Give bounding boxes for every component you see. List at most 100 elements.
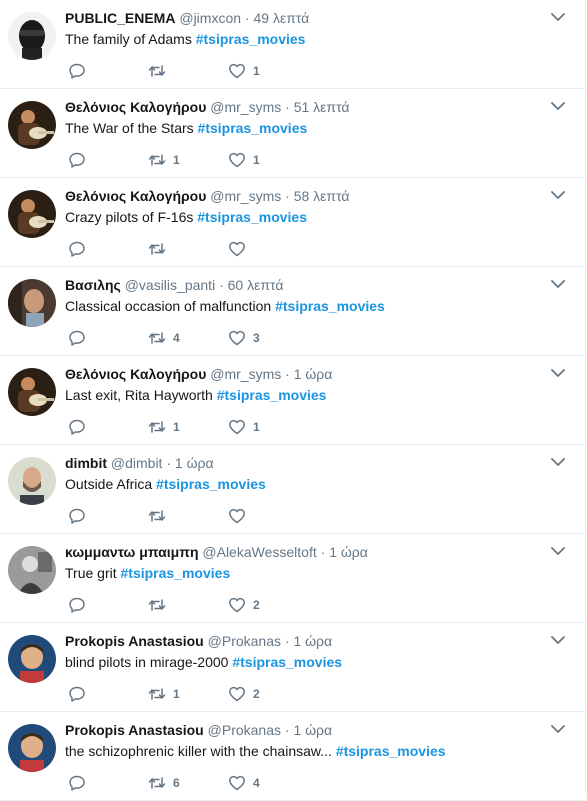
hashtag-link[interactable]: #tsipras_movies [156, 476, 266, 492]
user-fullname[interactable]: Βασιλης [65, 277, 121, 293]
chevron-down-icon[interactable] [551, 101, 565, 111]
chevron-down-icon[interactable] [551, 12, 565, 22]
chevron-down-icon[interactable] [551, 457, 565, 467]
guitarist-avatar[interactable] [8, 368, 56, 416]
user-handle[interactable]: @mr_syms [210, 188, 281, 204]
user-handle[interactable]: @jimxcon [179, 10, 241, 26]
reply-button[interactable] [68, 772, 101, 794]
heart-icon [229, 241, 245, 257]
tweet-timestamp[interactable]: 1 ώρα [294, 366, 333, 382]
retweet-button[interactable] [148, 60, 181, 82]
user-fullname[interactable]: Prokopis Anastasiou [65, 722, 204, 738]
reply-icon [69, 775, 85, 791]
hashtag-link[interactable]: #tsipras_movies [197, 209, 307, 225]
reply-icon [69, 419, 85, 435]
tweet-timestamp[interactable]: 1 ώρα [293, 633, 332, 649]
chevron-down-icon[interactable] [551, 279, 565, 289]
retweet-button[interactable]: 1 [148, 683, 181, 705]
guitarist-avatar[interactable] [8, 101, 56, 149]
profile-avatar[interactable] [8, 279, 56, 327]
like-count: 2 [253, 598, 260, 612]
like-button[interactable]: 3 [228, 327, 261, 349]
user-handle[interactable]: @dimbit [111, 455, 163, 471]
tweet-1[interactable]: PUBLIC_ENEMA @jimxcon · 49 λεπτά The fam… [0, 0, 585, 89]
reply-button[interactable] [68, 60, 101, 82]
tweet-timestamp[interactable]: 51 λεπτά [294, 99, 350, 115]
user-handle[interactable]: @mr_syms [210, 366, 281, 382]
hashtag-link[interactable]: #tsipras_movies [275, 298, 385, 314]
retweet-button[interactable]: 6 [148, 772, 181, 794]
user-fullname[interactable]: κωμμαντω μπαιμπη [65, 544, 199, 560]
chevron-down-icon[interactable] [551, 546, 565, 556]
user-handle[interactable]: @vasilis_panti [125, 277, 215, 293]
cartoon-avatar[interactable] [8, 635, 56, 683]
retweet-button[interactable] [148, 505, 181, 527]
like-button[interactable] [228, 505, 261, 527]
masked-avatar[interactable] [8, 12, 56, 60]
reply-button[interactable] [68, 149, 101, 171]
hashtag-link[interactable]: #tsipras_movies [198, 120, 308, 136]
tweet-timestamp[interactable]: 1 ώρα [329, 544, 368, 560]
reply-button[interactable] [68, 505, 101, 527]
tweet-timestamp[interactable]: 49 λεπτά [253, 10, 309, 26]
user-fullname[interactable]: Prokopis Anastasiou [65, 633, 204, 649]
hashtag-link[interactable]: #tsipras_movies [232, 654, 342, 670]
bearded-avatar[interactable] [8, 457, 56, 505]
tweet-8[interactable]: Prokopis Anastasiou @Prokanas · 1 ώρα bl… [0, 623, 585, 712]
reply-button[interactable] [68, 683, 101, 705]
user-handle[interactable]: @mr_syms [210, 99, 281, 115]
user-fullname[interactable]: Θελόνιος Καλογήρου [65, 188, 206, 204]
user-fullname[interactable]: PUBLIC_ENEMA [65, 10, 175, 26]
user-handle[interactable]: @Prokanas [208, 722, 281, 738]
retweet-button[interactable] [148, 238, 181, 260]
chevron-down-icon[interactable] [551, 635, 565, 645]
like-button[interactable]: 1 [228, 416, 261, 438]
tweet-6[interactable]: dimbit @dimbit · 1 ώρα Outside Africa #t… [0, 445, 585, 534]
user-fullname[interactable]: Θελόνιος Καλογήρου [65, 366, 206, 382]
tweet-text: blind pilots in mirage-2000 #tsipras_mov… [65, 652, 555, 672]
tweet-text-body: The War of the Stars [65, 120, 198, 136]
reply-button[interactable] [68, 416, 101, 438]
like-button[interactable]: 1 [228, 60, 261, 82]
hashtag-link[interactable]: #tsipras_movies [336, 743, 446, 759]
hashtag-link[interactable]: #tsipras_movies [196, 31, 306, 47]
separator-dot: · [219, 277, 224, 293]
tweet-5[interactable]: Θελόνιος Καλογήρου @mr_syms · 1 ώρα Last… [0, 356, 585, 445]
retweet-button[interactable]: 1 [148, 416, 181, 438]
chevron-down-icon[interactable] [551, 724, 565, 734]
tweet-timestamp[interactable]: 1 ώρα [175, 455, 214, 471]
like-button[interactable]: 1 [228, 149, 261, 171]
tweet-4[interactable]: Βασιλης @vasilis_panti · 60 λεπτά Classi… [0, 267, 585, 356]
like-button[interactable]: 2 [228, 683, 261, 705]
hashtag-link[interactable]: #tsipras_movies [121, 565, 231, 581]
reply-button[interactable] [68, 238, 101, 260]
tweet-timestamp[interactable]: 58 λεπτά [294, 188, 350, 204]
bw-avatar[interactable] [8, 546, 56, 594]
separator-dot: · [244, 10, 250, 26]
separator-dot: · [285, 99, 290, 115]
chevron-down-icon[interactable] [551, 190, 565, 200]
hashtag-link[interactable]: #tsipras_movies [217, 387, 327, 403]
user-handle[interactable]: @Prokanas [208, 633, 281, 649]
tweet-7[interactable]: κωμμαντω μπαιμπη @AlekaWesseltoft · 1 ώρ… [0, 534, 585, 623]
user-fullname[interactable]: Θελόνιος Καλογήρου [65, 99, 206, 115]
tweet-2[interactable]: Θελόνιος Καλογήρου @mr_syms · 51 λεπτά T… [0, 89, 585, 178]
user-fullname[interactable]: dimbit [65, 455, 107, 471]
tweet-timestamp[interactable]: 60 λεπτά [228, 277, 284, 293]
tweet-9[interactable]: Prokopis Anastasiou @Prokanas · 1 ώρα th… [0, 712, 585, 801]
cartoon-avatar[interactable] [8, 724, 56, 772]
chevron-down-icon[interactable] [551, 368, 565, 378]
reply-button[interactable] [68, 594, 101, 616]
tweet-timestamp[interactable]: 1 ώρα [293, 722, 332, 738]
retweet-count: 1 [173, 420, 180, 434]
guitarist-avatar[interactable] [8, 190, 56, 238]
reply-button[interactable] [68, 327, 101, 349]
retweet-button[interactable]: 1 [148, 149, 181, 171]
like-button[interactable]: 2 [228, 594, 261, 616]
tweet-3[interactable]: Θελόνιος Καλογήρου @mr_syms · 58 λεπτά C… [0, 178, 585, 267]
retweet-button[interactable] [148, 594, 181, 616]
user-handle[interactable]: @AlekaWesseltoft [202, 544, 316, 560]
like-button[interactable] [228, 238, 261, 260]
retweet-button[interactable]: 4 [148, 327, 181, 349]
like-button[interactable]: 4 [228, 772, 261, 794]
